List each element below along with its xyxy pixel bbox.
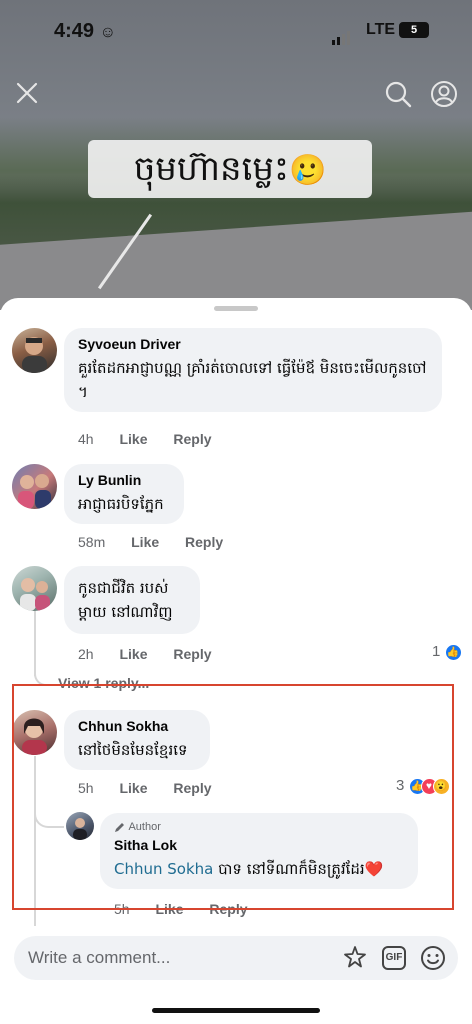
sticker-icon[interactable] <box>342 945 368 971</box>
close-icon[interactable] <box>14 80 40 106</box>
comment-actions: 4h Like Reply <box>78 431 234 447</box>
comments-sheet: Syvoeun Driver គួរតែដកអាជ្ញាបណ្ណ គ្រាំរត… <box>0 298 472 1024</box>
like-reaction-icon: 👍 <box>444 643 462 661</box>
highlight-box <box>12 684 454 910</box>
comment-author[interactable]: Ly Bunlin <box>78 472 170 488</box>
status-bar: 4:49 ☺ LTE 5 <box>0 0 472 62</box>
avatar[interactable] <box>12 464 57 509</box>
reply-button[interactable]: Reply <box>185 534 223 550</box>
video-background: 4:49 ☺ LTE 5 ចុមហ៊ានម្លេះ🥲 <box>0 0 472 310</box>
comment-composer: GIF <box>14 936 458 980</box>
comment-time: 2h <box>78 646 94 662</box>
signal-icon <box>332 26 352 45</box>
avatar[interactable] <box>12 328 57 373</box>
avatar[interactable] <box>12 566 57 611</box>
gif-button[interactable]: GIF <box>382 946 406 970</box>
reaction-count: 1 <box>432 643 441 660</box>
comment-input[interactable] <box>28 946 328 970</box>
search-icon[interactable] <box>384 80 412 108</box>
comment-text: គួរតែដកអាជ្ញាបណ្ណ គ្រាំរត់ចោលទៅ ធ្វើម៉ែឪ… <box>78 359 427 401</box>
home-indicator <box>152 1008 320 1013</box>
sheet-grabber[interactable] <box>214 306 258 311</box>
comment-time: 4h <box>78 431 94 447</box>
comment-author[interactable]: Syvoeun Driver <box>78 336 428 352</box>
video-caption: ចុមហ៊ានម្លេះ🥲 <box>88 140 372 198</box>
comment-bubble[interactable]: Syvoeun Driver គួរតែដកអាជ្ញាបណ្ណ គ្រាំរត… <box>64 328 442 412</box>
comment-time: 58m <box>78 534 106 550</box>
reply-button[interactable]: Reply <box>173 646 211 662</box>
reply-button[interactable]: Reply <box>173 431 211 447</box>
comment-bubble[interactable]: Ly Bunlin អាជ្ញាធរបិទភ្នែក <box>64 464 184 524</box>
like-button[interactable]: Like <box>119 646 147 662</box>
network-type: LTE <box>366 21 396 38</box>
reaction-summary[interactable]: 1 👍 <box>432 643 462 661</box>
battery-icon: 5 <box>399 22 429 38</box>
comment-actions: 58m Like Reply <box>78 534 245 550</box>
comment-actions: 2h Like Reply <box>78 646 234 662</box>
comment-bubble[interactable]: កូនជាជីវិត របស់ម្តាយ នៅណាវិញ <box>64 566 200 634</box>
like-button[interactable]: Like <box>119 431 147 447</box>
comment-text: អាជ្ញាធរបិទភ្នែក <box>78 495 164 513</box>
thread-line <box>34 600 36 676</box>
status-time: 4:49 ☺ <box>54 20 116 42</box>
comment-text: កូនជាជីវិត របស់ម្តាយ នៅណាវិញ <box>78 579 173 621</box>
emoji-icon[interactable] <box>420 945 446 971</box>
profile-icon[interactable] <box>430 80 458 108</box>
like-button[interactable]: Like <box>131 534 159 550</box>
